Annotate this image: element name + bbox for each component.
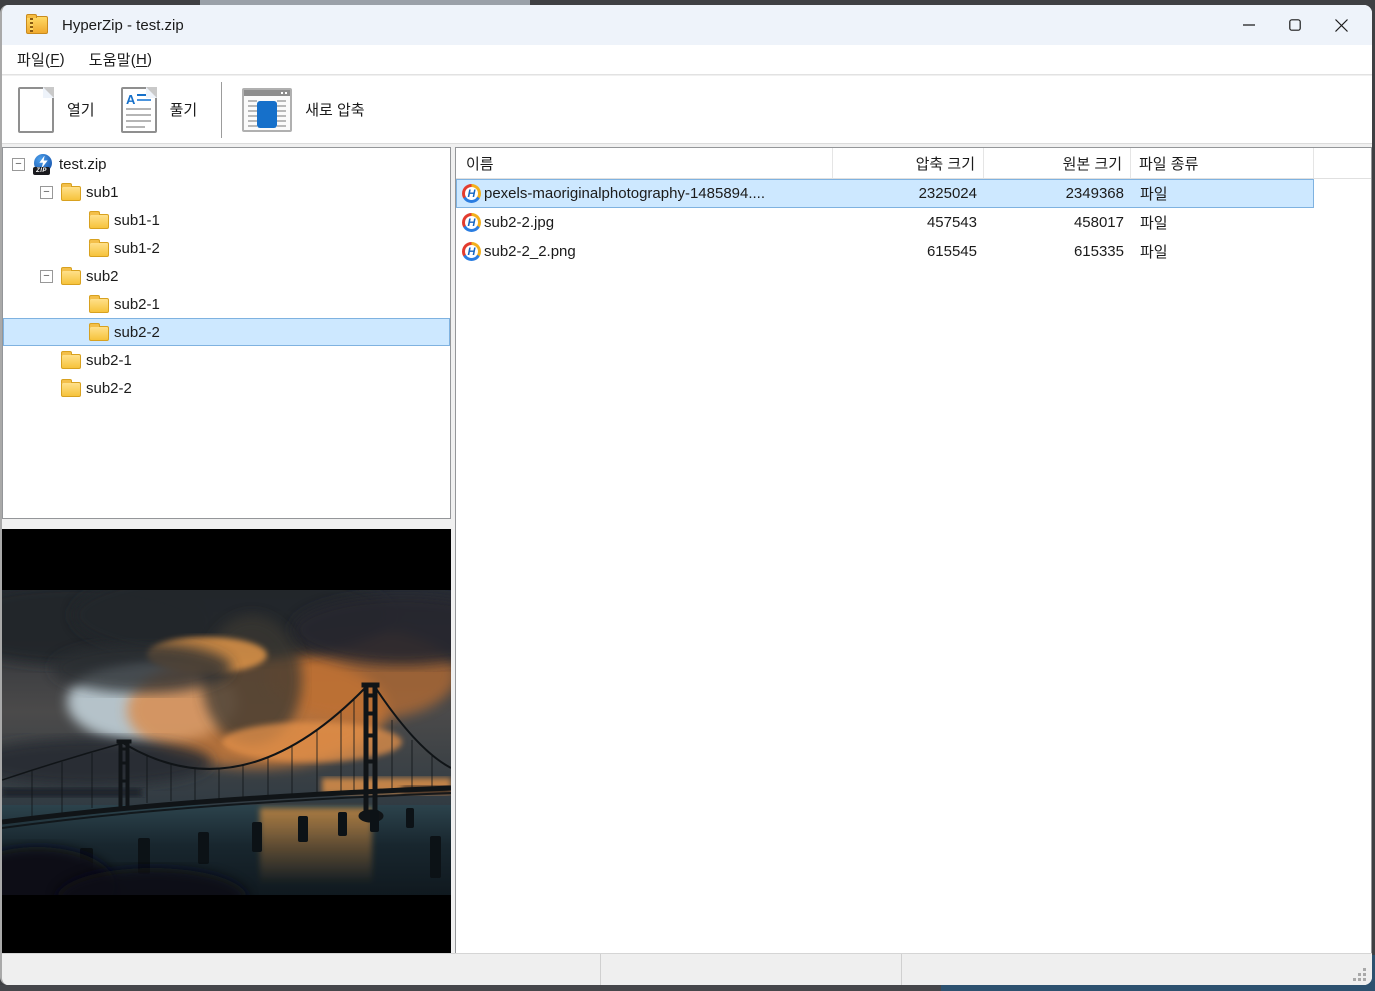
column-header-name[interactable]: 이름: [456, 148, 833, 178]
tree-item-sub1[interactable]: − sub1: [3, 178, 450, 206]
menu-bar: 파일(F) 도움말(H): [2, 45, 1372, 75]
new-archive-button[interactable]: 새로 압축: [232, 84, 374, 136]
zipped-folder-icon: [26, 16, 48, 34]
tree-item-label: sub2-1: [86, 352, 132, 369]
image-preview-pane: [2, 529, 451, 956]
close-icon: [1335, 19, 1348, 32]
hyperzip-file-icon: H: [462, 184, 481, 203]
menu-file[interactable]: 파일(F): [5, 45, 77, 74]
tree-item-sub2-2-selected[interactable]: sub2-2: [3, 318, 450, 346]
svg-text:A: A: [126, 92, 136, 107]
compressed-size: 615545: [834, 243, 985, 260]
minimize-icon: [1243, 19, 1255, 31]
menu-help[interactable]: 도움말(H): [77, 45, 164, 74]
tree-item-label: sub2: [86, 268, 119, 285]
file-row[interactable]: Hsub2-2_2.png 615545 615335 파일: [456, 237, 1314, 266]
tree-item-sub2-1-root[interactable]: sub2-1: [3, 346, 450, 374]
tree-item-label: sub1-2: [114, 240, 160, 257]
collapse-icon[interactable]: −: [12, 158, 25, 171]
file-list-panel: 이름 압축 크기 원본 크기 파일 종류 Hpexels-maoriginalp…: [455, 147, 1372, 956]
toolbar-separator: [221, 82, 222, 138]
collapse-icon[interactable]: −: [40, 270, 53, 283]
compressed-size: 457543: [834, 214, 985, 231]
file-name: sub2-2.jpg: [484, 214, 554, 231]
tree-item-testzip[interactable]: − ZIP test.zip: [3, 150, 450, 178]
zip-archive-icon: ZIP: [33, 154, 54, 175]
folder-icon: [61, 270, 81, 285]
tree-item-sub1-2[interactable]: sub1-2: [3, 234, 450, 262]
column-header-compressed-size[interactable]: 압축 크기: [833, 148, 984, 178]
toolbar: 열기 A 풀기 새로 압축: [2, 76, 1372, 144]
file-row-selected[interactable]: Hpexels-maoriginalphotography-1485894...…: [456, 179, 1314, 208]
tree-item-label: sub2-2: [114, 324, 160, 341]
hyperzip-file-icon: H: [462, 213, 481, 232]
bridge-sunset-photo: [2, 590, 451, 895]
folder-icon: [61, 354, 81, 369]
original-size: 615335: [985, 243, 1132, 260]
collapse-icon[interactable]: −: [40, 186, 53, 199]
column-header-filler: [1314, 148, 1371, 178]
original-size: 2349368: [985, 185, 1132, 202]
tree-item-sub2[interactable]: − sub2: [3, 262, 450, 290]
open-button[interactable]: 열기: [8, 83, 105, 137]
resize-grip[interactable]: [1353, 968, 1366, 981]
tree-item-label: sub2-2: [86, 380, 132, 397]
folder-icon: [61, 186, 81, 201]
folder-tree: − ZIP test.zip − sub1 sub1-1 sub1-2 − su…: [2, 147, 451, 519]
column-header-original-size[interactable]: 원본 크기: [984, 148, 1131, 178]
file-type: 파일: [1132, 183, 1315, 204]
maximize-icon: [1289, 19, 1301, 31]
tree-item-sub1-1[interactable]: sub1-1: [3, 206, 450, 234]
blank-document-icon: [18, 87, 54, 133]
folder-icon: [89, 242, 109, 257]
folder-icon: [89, 214, 109, 229]
status-section: [902, 954, 1372, 985]
tree-item-sub2-2-root[interactable]: sub2-2: [3, 374, 450, 402]
folder-icon: [89, 326, 109, 341]
open-button-label: 열기: [67, 99, 95, 120]
folder-icon: [61, 382, 81, 397]
file-name: pexels-maoriginalphotography-1485894....: [484, 185, 765, 202]
tree-item-label: sub1-1: [114, 212, 160, 229]
minimize-button[interactable]: [1226, 5, 1272, 45]
tree-item-label: test.zip: [59, 156, 107, 173]
status-section: [2, 954, 601, 985]
folder-icon: [89, 298, 109, 313]
hyperzip-file-icon: H: [462, 242, 481, 261]
file-row[interactable]: Hsub2-2.jpg 457543 458017 파일: [456, 208, 1314, 237]
tree-item-label: sub1: [86, 184, 119, 201]
maximize-button[interactable]: [1272, 5, 1318, 45]
tree-item-label: sub2-1: [114, 296, 160, 313]
compressed-size: 2325024: [834, 185, 985, 202]
file-name: sub2-2_2.png: [484, 243, 576, 260]
close-button[interactable]: [1318, 5, 1364, 45]
hyperzip-window: HyperZip - test.zip 파일(F) 도움말(H) 열기 A: [0, 5, 1372, 985]
extract-button-label: 풀기: [170, 99, 198, 120]
file-type: 파일: [1132, 212, 1315, 233]
window-title: HyperZip - test.zip: [62, 17, 184, 34]
extract-button[interactable]: A 풀기: [111, 83, 208, 137]
desktop-background-fragment: [0, 985, 941, 991]
new-archive-icon: [242, 88, 292, 132]
status-bar: [2, 953, 1372, 985]
new-archive-button-label: 새로 압축: [305, 99, 364, 120]
title-bar[interactable]: HyperZip - test.zip: [2, 5, 1372, 45]
original-size: 458017: [985, 214, 1132, 231]
tree-item-sub2-1[interactable]: sub2-1: [3, 290, 450, 318]
text-document-icon: A: [121, 87, 157, 133]
status-section: [601, 954, 902, 985]
file-type: 파일: [1132, 241, 1315, 262]
column-header-file-type[interactable]: 파일 종류: [1131, 148, 1314, 178]
file-list-header: 이름 압축 크기 원본 크기 파일 종류: [456, 148, 1371, 179]
